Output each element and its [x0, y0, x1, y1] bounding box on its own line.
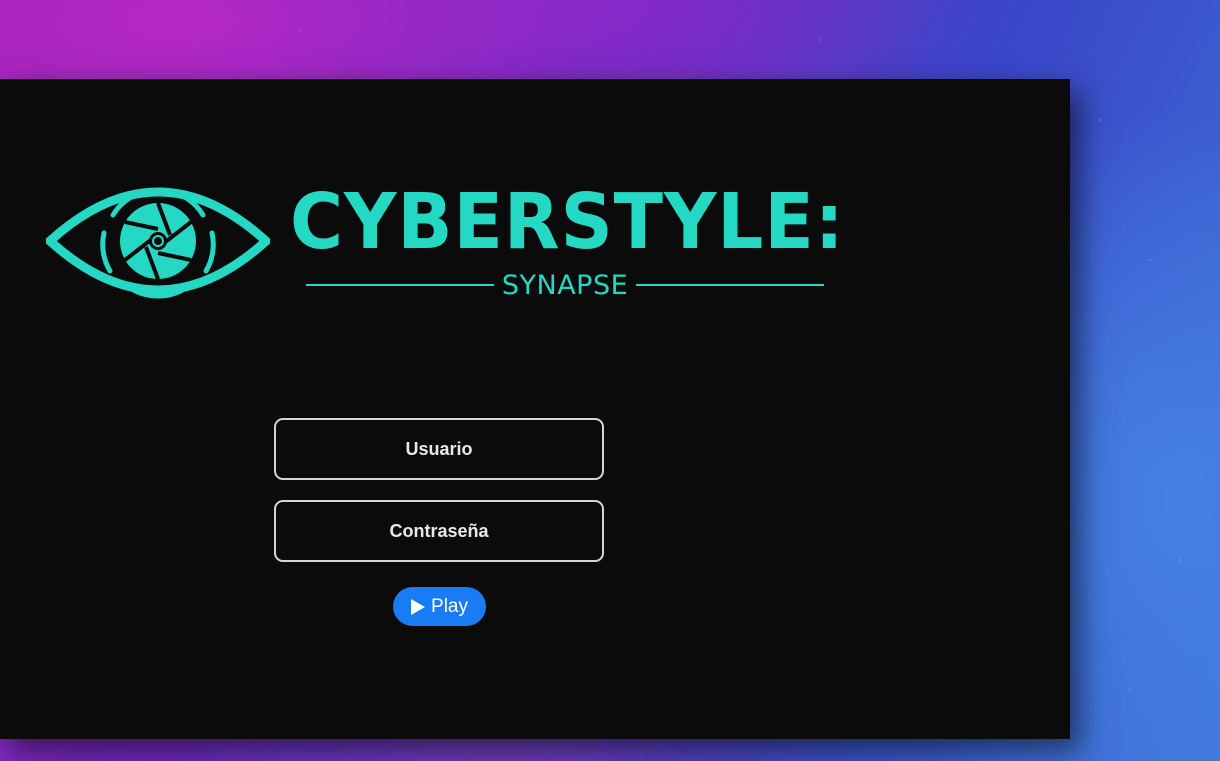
game-logo: CYBERSTYLE: SYNAPSE	[46, 167, 846, 317]
game-title: CYBERSTYLE:	[290, 178, 845, 267]
eye-aperture-icon	[46, 187, 270, 299]
play-label: Play	[431, 595, 468, 617]
subtitle-divider-right	[636, 284, 824, 286]
username-label: Usuario	[405, 438, 473, 459]
game-subtitle: SYNAPSE	[501, 269, 629, 301]
game-subtitle-row: SYNAPSE	[306, 265, 824, 305]
play-icon	[411, 598, 426, 615]
username-field[interactable]: Usuario	[274, 418, 604, 480]
play-button[interactable]: Play	[393, 587, 486, 626]
game-window: CYBERSTYLE: SYNAPSE Usuario Contraseña P…	[0, 79, 1070, 739]
password-label: Contraseña	[389, 520, 489, 541]
password-field[interactable]: Contraseña	[274, 500, 604, 562]
subtitle-divider-left	[306, 284, 494, 286]
